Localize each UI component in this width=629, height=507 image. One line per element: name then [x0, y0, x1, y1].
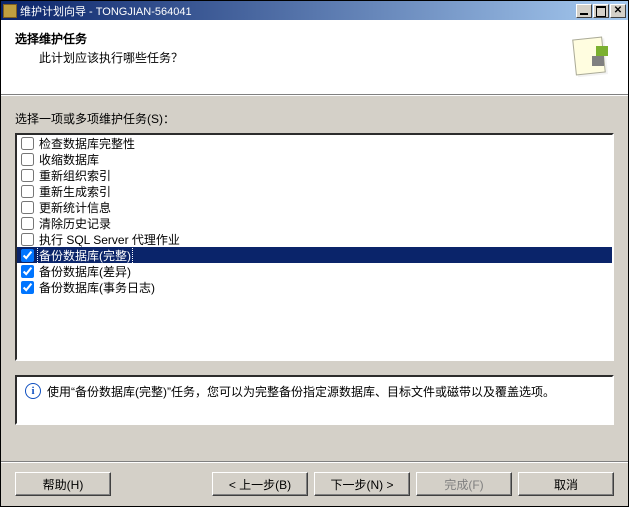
task-label: 更新统计信息: [38, 199, 112, 216]
task-checkbox[interactable]: [21, 169, 34, 182]
task-checkbox[interactable]: [21, 265, 34, 278]
content-area: 选择维护任务 此计划应该执行哪些任务？ 选择一项或多项维护任务(S)： 检查数据…: [1, 20, 628, 506]
wizard-icon: [566, 32, 614, 80]
page-subtitle: 此计划应该执行哪些任务？: [39, 49, 566, 66]
help-button[interactable]: 帮助(H): [15, 472, 111, 496]
task-item[interactable]: 备份数据库(完整): [17, 247, 612, 263]
task-item[interactable]: 收缩数据库: [17, 151, 612, 167]
task-list[interactable]: 检查数据库完整性收缩数据库重新组织索引重新生成索引更新统计信息清除历史记录执行 …: [15, 133, 614, 361]
task-checkbox[interactable]: [21, 185, 34, 198]
info-icon: i: [25, 383, 41, 399]
body: 选择一项或多项维护任务(S)： 检查数据库完整性收缩数据库重新组织索引重新生成索…: [1, 95, 628, 461]
task-label: 收缩数据库: [38, 151, 100, 168]
task-checkbox[interactable]: [21, 233, 34, 246]
app-icon: [3, 4, 17, 18]
task-checkbox[interactable]: [21, 249, 34, 262]
header-text: 选择维护任务 此计划应该执行哪些任务？: [15, 30, 566, 66]
finish-button: 完成(F): [416, 472, 512, 496]
task-item[interactable]: 备份数据库(差异): [17, 263, 612, 279]
task-label: 重新组织索引: [38, 167, 112, 184]
task-list-label: 选择一项或多项维护任务(S)：: [15, 110, 614, 127]
task-label: 检查数据库完整性: [38, 135, 136, 152]
cancel-button[interactable]: 取消: [518, 472, 614, 496]
titlebar[interactable]: 维护计划向导 - TONGJIAN-564041 ✕: [1, 1, 628, 20]
window-title: 维护计划向导 - TONGJIAN-564041: [20, 3, 576, 19]
task-item[interactable]: 重新组织索引: [17, 167, 612, 183]
task-checkbox[interactable]: [21, 201, 34, 214]
titlebar-buttons: ✕: [576, 4, 626, 18]
wizard-header: 选择维护任务 此计划应该执行哪些任务？: [1, 20, 628, 95]
back-button[interactable]: < 上一步(B): [212, 472, 308, 496]
minimize-button[interactable]: [576, 4, 592, 18]
page-title: 选择维护任务: [15, 30, 566, 47]
task-label: 备份数据库(差异): [38, 263, 132, 280]
task-item[interactable]: 更新统计信息: [17, 199, 612, 215]
task-item[interactable]: 执行 SQL Server 代理作业: [17, 231, 612, 247]
task-checkbox[interactable]: [21, 217, 34, 230]
task-label: 重新生成索引: [38, 183, 112, 200]
description-text: 使用“备份数据库(完整)”任务，您可以为完整备份指定源数据库、目标文件或磁带以及…: [47, 383, 555, 400]
task-item[interactable]: 清除历史记录: [17, 215, 612, 231]
description-box: i 使用“备份数据库(完整)”任务，您可以为完整备份指定源数据库、目标文件或磁带…: [15, 375, 614, 425]
task-item[interactable]: 备份数据库(事务日志): [17, 279, 612, 295]
task-label: 备份数据库(完整): [38, 247, 132, 264]
task-checkbox[interactable]: [21, 153, 34, 166]
task-label: 清除历史记录: [38, 215, 112, 232]
next-button[interactable]: 下一步(N) >: [314, 472, 410, 496]
maximize-button[interactable]: [593, 4, 609, 18]
task-label: 执行 SQL Server 代理作业: [38, 231, 181, 248]
task-label: 备份数据库(事务日志): [38, 279, 156, 296]
close-button[interactable]: ✕: [610, 4, 626, 18]
task-item[interactable]: 重新生成索引: [17, 183, 612, 199]
task-item[interactable]: 检查数据库完整性: [17, 135, 612, 151]
task-checkbox[interactable]: [21, 281, 34, 294]
wizard-window: 维护计划向导 - TONGJIAN-564041 ✕ 选择维护任务 此计划应该执…: [0, 0, 629, 507]
task-checkbox[interactable]: [21, 137, 34, 150]
button-bar: 帮助(H) < 上一步(B) 下一步(N) > 完成(F) 取消: [1, 461, 628, 506]
